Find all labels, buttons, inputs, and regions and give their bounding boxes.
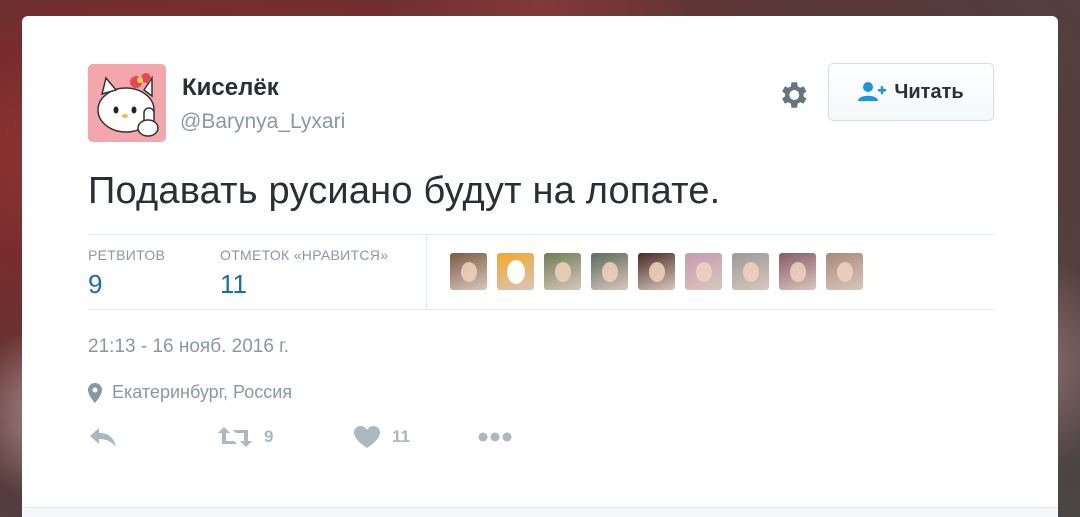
more-dots-icon bbox=[478, 432, 512, 442]
like-count: 11 bbox=[392, 427, 410, 446]
follow-button[interactable]: Читать bbox=[828, 63, 994, 121]
tweet-timestamp[interactable]: 21:13 - 16 нояб. 2016 г. bbox=[88, 336, 289, 358]
tweet-text: Подавать русиано будут на лопате. bbox=[88, 170, 721, 212]
retweet-count: 9 bbox=[264, 427, 274, 446]
author-screen-name[interactable]: @Barynya_Lyxari bbox=[180, 110, 345, 134]
follow-button-label: Читать bbox=[894, 80, 964, 103]
retweet-icon bbox=[218, 427, 252, 447]
likes-label: ОТМЕТОК «НРАВИТСЯ» bbox=[220, 247, 389, 263]
location-pin-icon bbox=[88, 382, 102, 403]
heart-icon bbox=[354, 426, 380, 448]
retweets-count: 9 bbox=[88, 269, 103, 299]
liker-avatar-face bbox=[789, 262, 806, 282]
add-user-icon bbox=[858, 82, 887, 101]
liker-avatar[interactable] bbox=[544, 253, 581, 290]
likers-avatars bbox=[450, 253, 863, 290]
more-button[interactable] bbox=[478, 432, 512, 442]
liker-avatar-face bbox=[460, 262, 477, 282]
author-display-name[interactable]: Киселёк bbox=[182, 74, 279, 102]
hello-kitty-avatar-icon bbox=[88, 64, 166, 142]
retweets-stat[interactable]: РЕТВИТОВ 9 bbox=[88, 247, 165, 300]
liker-avatar[interactable] bbox=[826, 253, 863, 290]
reply-button[interactable] bbox=[88, 426, 118, 448]
liker-avatar[interactable] bbox=[779, 253, 816, 290]
liker-avatar[interactable] bbox=[685, 253, 722, 290]
card-footer bbox=[22, 507, 1058, 517]
liker-avatar[interactable] bbox=[638, 253, 675, 290]
retweet-button[interactable]: 9 bbox=[218, 426, 273, 448]
liker-avatar[interactable] bbox=[732, 253, 769, 290]
liker-avatar-face bbox=[506, 260, 525, 284]
tweet-card: Киселёк @Barynya_Lyxari Читать Подавать … bbox=[22, 16, 1058, 517]
likes-count: 11 bbox=[220, 269, 247, 299]
liker-avatar[interactable] bbox=[450, 253, 487, 290]
liker-avatar-face bbox=[554, 262, 571, 282]
author-avatar[interactable] bbox=[88, 64, 166, 142]
stats-divider bbox=[426, 235, 427, 309]
liker-avatar-face bbox=[742, 262, 759, 282]
liker-avatar-face bbox=[695, 262, 712, 282]
liker-avatar-face bbox=[836, 262, 853, 282]
gear-icon[interactable] bbox=[776, 78, 810, 112]
tweet-location[interactable]: Екатеринбург, Россия bbox=[88, 382, 292, 403]
liker-avatar-face bbox=[648, 262, 665, 282]
location-text: Екатеринбург, Россия bbox=[112, 382, 293, 402]
like-button[interactable]: 11 bbox=[354, 426, 410, 448]
liker-avatar-face bbox=[601, 262, 618, 282]
likes-stat[interactable]: ОТМЕТОК «НРАВИТСЯ» 11 bbox=[220, 247, 388, 300]
tweet-stats: РЕТВИТОВ 9 ОТМЕТОК «НРАВИТСЯ» 11 bbox=[88, 234, 994, 310]
reply-icon bbox=[90, 428, 116, 447]
retweets-label: РЕТВИТОВ bbox=[88, 247, 166, 263]
liker-avatar[interactable] bbox=[591, 253, 628, 290]
liker-avatar[interactable] bbox=[497, 253, 534, 290]
